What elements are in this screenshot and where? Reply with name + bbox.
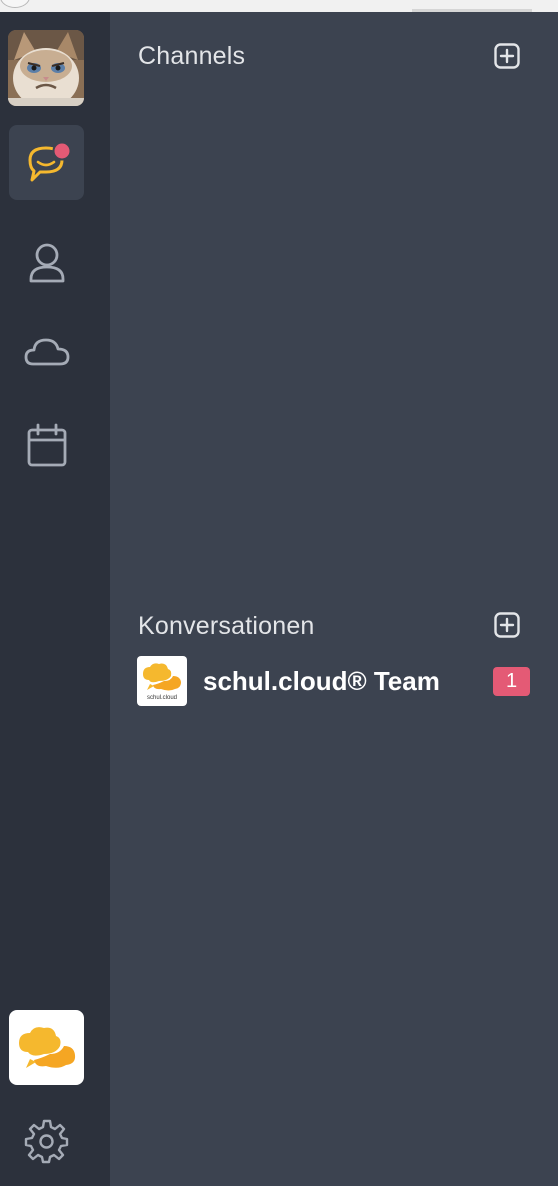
schul-cloud-logo-icon [18,1026,75,1068]
chat-bubble-icon [28,141,71,181]
avatar-cat-image [8,30,84,106]
nav-calendar[interactable] [9,407,84,482]
svg-text:schul.cloud: schul.cloud [147,695,177,701]
calendar-icon [27,423,66,466]
add-channel-button[interactable] [493,42,521,70]
nav-settings[interactable] [9,1104,84,1179]
notification-dot [52,141,71,160]
cloud-icon [24,338,69,365]
conversation-name: schul.cloud® Team [203,665,440,696]
nav-cloud[interactable] [9,314,84,389]
conversation-item[interactable]: schul.cloud schul.cloud® Team 1 [137,655,532,707]
window-top-strip [0,0,558,12]
channels-title: Channels [138,42,246,70]
user-icon [29,243,64,282]
nav-chat[interactable] [9,125,84,200]
app-logo-button[interactable] [9,1010,84,1085]
window-control[interactable] [0,0,30,8]
user-avatar[interactable] [8,30,84,106]
conversations-title: Konversationen [138,612,315,640]
conversation-avatar: schul.cloud [137,656,187,706]
add-conversation-button[interactable] [493,611,521,639]
schul-cloud-logo-icon: schul.cloud [143,663,181,701]
gear-icon [24,1119,68,1163]
nav-contacts[interactable] [9,224,84,299]
channel-list-panel: Channels Konversationen schul.cloud schu… [110,12,558,1186]
nav-rail [0,12,110,1186]
plus-square-icon [494,43,520,69]
unread-badge: 1 [493,667,530,696]
plus-square-icon [494,612,520,638]
